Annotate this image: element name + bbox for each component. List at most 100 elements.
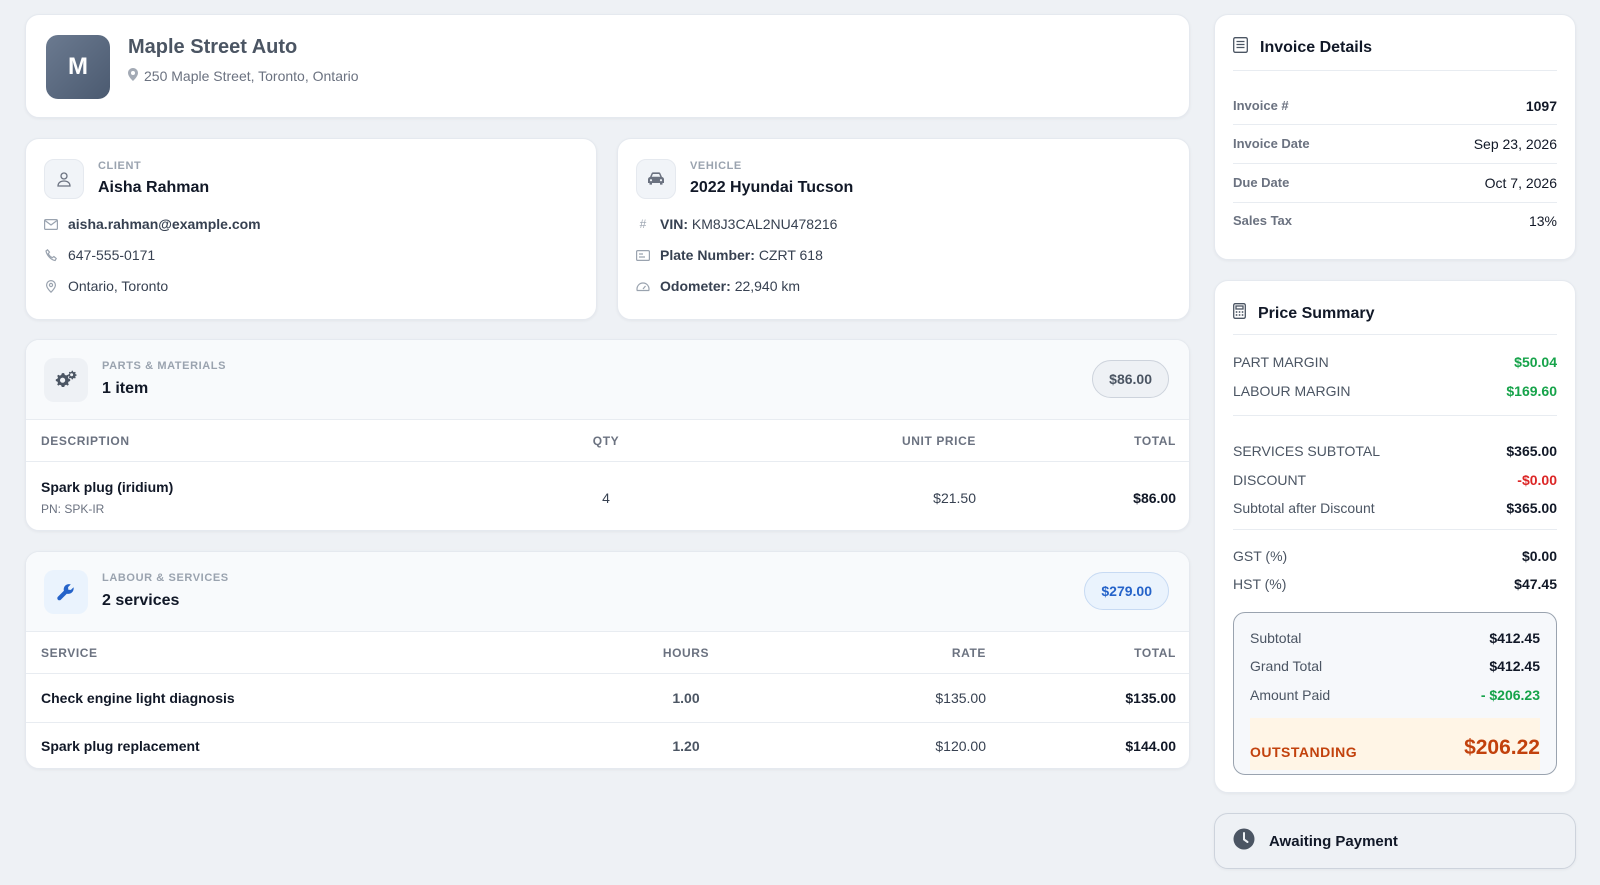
client-email-row: aisha.rahman@example.com bbox=[44, 216, 261, 232]
parts-total-badge: $86.00 bbox=[1092, 360, 1169, 398]
invoice-date-label: Invoice Date bbox=[1233, 136, 1310, 151]
service-total: $144.00 bbox=[1125, 738, 1176, 754]
gst: $0.00 bbox=[1521, 548, 1557, 564]
odometer-value: 22,940 km bbox=[734, 278, 801, 294]
document-icon bbox=[1233, 37, 1248, 58]
col-hours: HOURS bbox=[662, 646, 710, 660]
status-badge: Awaiting Payment bbox=[1214, 813, 1576, 869]
divider bbox=[1233, 163, 1557, 164]
grand-total: $412.45 bbox=[1489, 658, 1540, 674]
vehicle-plate-row: Plate Number: CZRT 618 bbox=[636, 247, 823, 263]
due-date-row: Due Date Oct 7, 2026 bbox=[1233, 175, 1557, 191]
sales-tax: 13% bbox=[1528, 213, 1557, 229]
parts-count: 1 item bbox=[102, 380, 149, 397]
gauge-icon bbox=[636, 281, 650, 292]
labour-section-header: LABOUR & SERVICES 2 services $279.00 bbox=[26, 552, 1189, 632]
vehicle-vin-row: # VIN: KM8J3CAL2NU478216 bbox=[636, 216, 838, 232]
subtotal-after-discount-row: Subtotal after Discount $365.00 bbox=[1233, 500, 1557, 516]
part-total: $86.00 bbox=[1133, 490, 1176, 506]
shop-header: M Maple Street Auto 250 Maple Street, To… bbox=[25, 14, 1190, 118]
outstanding-label: OUTSTANDING bbox=[1250, 744, 1358, 760]
labour-kicker: LABOUR & SERVICES bbox=[102, 572, 229, 584]
part-description: Spark plug (iridium) bbox=[41, 479, 174, 495]
amount-paid: - $206.23 bbox=[1480, 687, 1540, 703]
service-hours: 1.20 bbox=[672, 738, 700, 754]
col-total: TOTAL bbox=[1134, 646, 1176, 660]
client-phone[interactable]: 647-555-0171 bbox=[68, 247, 155, 263]
divider bbox=[1233, 70, 1557, 71]
hash-icon: # bbox=[639, 217, 647, 231]
shop-address: 250 Maple Street, Toronto, Ontario bbox=[128, 68, 359, 84]
wrench-icon bbox=[44, 570, 88, 614]
client-location-row: Ontario, Toronto bbox=[44, 278, 168, 294]
location-pin-icon bbox=[128, 68, 138, 84]
invoice-details-header: Invoice Details bbox=[1233, 37, 1372, 58]
divider bbox=[1233, 415, 1557, 416]
part-number: PN: SPK-IR bbox=[41, 502, 105, 516]
service-name: Check engine light diagnosis bbox=[41, 690, 235, 706]
service-total: $135.00 bbox=[1125, 690, 1176, 706]
id-card-icon bbox=[636, 249, 650, 261]
invoice-date-row: Invoice Date Sep 23, 2026 bbox=[1233, 136, 1557, 152]
hst: $47.45 bbox=[1514, 576, 1557, 592]
sales-tax-row: Sales Tax 13% bbox=[1233, 213, 1557, 229]
vehicle-title: 2022 Hyundai Tucson bbox=[690, 179, 854, 196]
services-subtotal-label: SERVICES SUBTOTAL bbox=[1233, 443, 1381, 459]
phone-icon bbox=[44, 248, 58, 262]
due-date: Oct 7, 2026 bbox=[1484, 175, 1557, 191]
client-email[interactable]: aisha.rahman@example.com bbox=[68, 216, 261, 232]
subtotal: $412.45 bbox=[1489, 630, 1540, 646]
grand-total-label: Grand Total bbox=[1250, 658, 1323, 674]
plate-label: Plate Number: bbox=[660, 247, 755, 263]
due-date-label: Due Date bbox=[1233, 175, 1290, 190]
location-pin-icon bbox=[44, 279, 58, 293]
hst-label: HST (%) bbox=[1233, 576, 1287, 592]
amount-paid-label: Amount Paid bbox=[1250, 687, 1331, 703]
clock-icon bbox=[1233, 828, 1255, 854]
gst-label: GST (%) bbox=[1233, 548, 1288, 564]
odometer-label: Odometer: bbox=[660, 278, 731, 294]
labour-section: LABOUR & SERVICES 2 services $279.00 SER… bbox=[25, 551, 1190, 769]
vehicle-card: VEHICLE 2022 Hyundai Tucson # VIN: KM8J3… bbox=[617, 138, 1190, 320]
gears-icon bbox=[44, 358, 88, 402]
amount-paid-row: Amount Paid - $206.23 bbox=[1250, 687, 1540, 703]
price-summary-card: Price Summary PART MARGIN $50.04 LABOUR … bbox=[1214, 280, 1576, 793]
subtotal-row: Subtotal $412.45 bbox=[1250, 630, 1540, 646]
shop-name: Maple Street Auto bbox=[128, 36, 298, 58]
status-label: Awaiting Payment bbox=[1269, 832, 1398, 850]
vin-value: KM8J3CAL2NU478216 bbox=[691, 216, 838, 232]
service-rate: $120.00 bbox=[935, 738, 986, 754]
part-unit-price: $21.50 bbox=[933, 490, 976, 506]
service-hours: 1.00 bbox=[672, 690, 700, 706]
parts-section-header: PARTS & MATERIALS 1 item $86.00 bbox=[26, 340, 1189, 420]
parts-table-header: DESCRIPTION QTY UNIT PRICE TOTAL bbox=[26, 420, 1189, 462]
col-service: SERVICE bbox=[41, 646, 98, 660]
discount: -$0.00 bbox=[1517, 472, 1557, 488]
outstanding-amount: $206.22 bbox=[1464, 736, 1540, 759]
labour-margin-row: LABOUR MARGIN $169.60 bbox=[1233, 383, 1557, 399]
divider bbox=[1233, 529, 1557, 530]
invoice-number-label: Invoice # bbox=[1233, 98, 1289, 113]
gst-row: GST (%) $0.00 bbox=[1233, 548, 1557, 564]
part-qty: 4 bbox=[602, 490, 610, 506]
col-description: DESCRIPTION bbox=[41, 434, 130, 448]
part-margin-label: PART MARGIN bbox=[1233, 354, 1329, 370]
labour-count: 2 services bbox=[102, 592, 180, 609]
client-phone-row: 647-555-0171 bbox=[44, 247, 155, 263]
subtotal-after-discount-label: Subtotal after Discount bbox=[1233, 500, 1375, 516]
discount-row: DISCOUNT -$0.00 bbox=[1233, 472, 1557, 488]
services-subtotal: $365.00 bbox=[1506, 443, 1557, 459]
divider bbox=[1233, 124, 1557, 125]
labour-total-badge: $279.00 bbox=[1084, 572, 1169, 610]
mail-icon bbox=[44, 218, 58, 230]
hst-row: HST (%) $47.45 bbox=[1233, 576, 1557, 592]
shop-logo: M bbox=[46, 35, 110, 99]
invoice-number: 1097 bbox=[1525, 98, 1557, 114]
col-qty: QTY bbox=[592, 434, 620, 448]
vin-label: VIN: bbox=[660, 216, 688, 232]
price-summary-header: Price Summary bbox=[1233, 303, 1375, 324]
price-summary-title: Price Summary bbox=[1258, 304, 1375, 322]
subtotal-after-discount: $365.00 bbox=[1506, 500, 1557, 516]
discount-label: DISCOUNT bbox=[1233, 472, 1307, 488]
parts-kicker: PARTS & MATERIALS bbox=[102, 360, 227, 372]
